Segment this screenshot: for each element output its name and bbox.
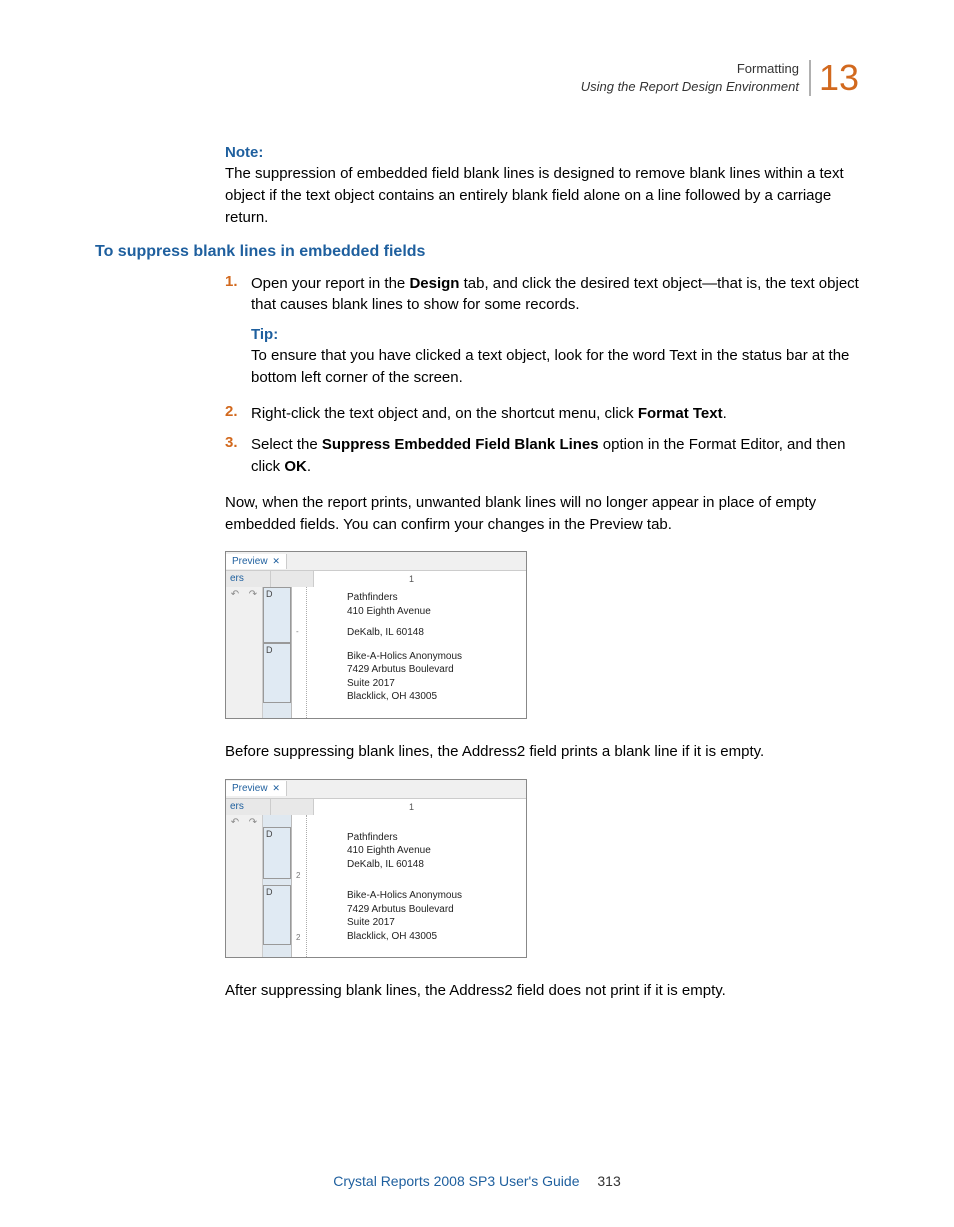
section-col: D D: [263, 587, 292, 718]
ruler-mark-1: 1: [409, 574, 414, 584]
record-2: Bike-A-Holics Anonymous 7429 Arbutus Bou…: [347, 650, 526, 704]
step-1-number: 1.: [225, 273, 251, 317]
rec1b-line1: Pathfinders: [347, 831, 526, 845]
footer-title: Crystal Reports 2008 SP3 User's Guide: [333, 1173, 579, 1189]
ers-label-2: ers: [226, 799, 271, 815]
vertical-ruler-2: 2 2: [292, 815, 307, 958]
footer-page: 313: [597, 1173, 620, 1189]
horizontal-ruler: 1: [314, 571, 526, 587]
caption-before: Before suppressing blank lines, the Addr…: [225, 741, 859, 763]
close-icon[interactable]: ✕: [272, 556, 280, 566]
caption-after: After suppressing blank lines, the Addre…: [225, 980, 859, 1002]
step-3-bold2: OK: [284, 458, 307, 475]
ruler-mark-1b: 1: [409, 802, 414, 812]
step-2-number: 2.: [225, 403, 251, 425]
step-2-bold: Format Text: [638, 405, 723, 422]
step-1-text: Open your report in the Design tab, and …: [251, 273, 859, 317]
screenshot-after: Preview ✕ ers 1 ↶ ↷: [225, 779, 527, 959]
nav-icons: [271, 571, 314, 587]
rec2b-line1: Bike-A-Holics Anonymous: [347, 889, 526, 903]
forward-icon[interactable]: ↷: [249, 589, 257, 600]
rec1-line3: DeKalb, IL 60148: [347, 626, 526, 640]
screenshot1-content: ↶ ↷ D D - Pathfinders 410 Eighth Avenue: [226, 587, 526, 718]
step-1-pre: Open your report in the: [251, 275, 409, 292]
forward-icon-2[interactable]: ↷: [249, 817, 257, 828]
page-header: Formatting Using the Report Design Envir…: [95, 60, 859, 96]
nav-icons-2: [271, 799, 314, 815]
chapter-number: 13: [819, 57, 859, 98]
note-label: Note:: [225, 144, 859, 161]
step-1: 1. Open your report in the Design tab, a…: [225, 273, 859, 317]
rec1-line1: Pathfinders: [347, 591, 526, 605]
header-text: Formatting Using the Report Design Envir…: [581, 60, 799, 96]
section-d-1b[interactable]: D: [263, 827, 291, 879]
vertical-ruler: -: [292, 587, 307, 718]
record-2b: Bike-A-Holics Anonymous 7429 Arbutus Bou…: [347, 889, 526, 943]
section-d-2b[interactable]: D: [263, 885, 291, 945]
rec1b-line2: 410 Eighth Avenue: [347, 844, 526, 858]
step-2-after: .: [723, 405, 727, 422]
screenshot1-ruler-row: ers 1: [226, 571, 526, 587]
header-line2: Using the Report Design Environment: [581, 78, 799, 96]
section-heading: To suppress blank lines in embedded fiel…: [95, 243, 859, 261]
rec2b-line3: Suite 2017: [347, 916, 526, 930]
result-paragraph: Now, when the report prints, unwanted bl…: [225, 492, 859, 536]
record-1b: Pathfinders 410 Eighth Avenue DeKalb, IL…: [347, 831, 526, 872]
back-icon[interactable]: ↶: [231, 589, 239, 600]
rec1b-line3: DeKalb, IL 60148: [347, 858, 526, 872]
page-footer: Crystal Reports 2008 SP3 User's Guide 31…: [0, 1173, 954, 1189]
section-d-1[interactable]: D: [263, 587, 291, 643]
step-3-text: Select the Suppress Embedded Field Blank…: [251, 434, 859, 478]
step-3-pre: Select the: [251, 436, 322, 453]
ers-label: ers: [226, 571, 271, 587]
screenshot-before: Preview ✕ ers 1 ↶ ↷ D: [225, 551, 527, 719]
step-2-pre: Right-click the text object and, on the …: [251, 405, 638, 422]
step-1-bold: Design: [409, 275, 459, 292]
rec2-line4: Blacklick, OH 43005: [347, 690, 526, 704]
step-2: 2. Right-click the text object and, on t…: [225, 403, 859, 425]
data-col: Pathfinders 410 Eighth Avenue DeKalb, IL…: [307, 587, 526, 718]
nav-col-2: ↶ ↷: [226, 815, 263, 958]
rec2b-line4: Blacklick, OH 43005: [347, 930, 526, 944]
preview-tab-2[interactable]: Preview ✕: [226, 781, 287, 796]
screenshot1-tabs: Preview ✕: [226, 552, 526, 571]
step-3-number: 3.: [225, 434, 251, 478]
step-2-text: Right-click the text object and, on the …: [251, 403, 727, 425]
note-body: The suppression of embedded field blank …: [225, 163, 859, 228]
horizontal-ruler-2: 1: [314, 799, 526, 815]
section-d-2[interactable]: D: [263, 643, 291, 703]
rec2b-line2: 7429 Arbutus Boulevard: [347, 903, 526, 917]
preview-tab-label-2: Preview: [232, 783, 268, 794]
step-3: 3. Select the Suppress Embedded Field Bl…: [225, 434, 859, 478]
screenshot2-ruler-row: ers 1: [226, 799, 526, 815]
rec2-line3: Suite 2017: [347, 677, 526, 691]
step-3-bold1: Suppress Embedded Field Blank Lines: [322, 436, 599, 453]
data-col-2: Pathfinders 410 Eighth Avenue DeKalb, IL…: [307, 815, 526, 958]
screenshot2-tabs: Preview ✕: [226, 780, 526, 799]
preview-tab[interactable]: Preview ✕: [226, 554, 287, 569]
preview-tab-label: Preview: [232, 556, 268, 567]
rec2-line1: Bike-A-Holics Anonymous: [347, 650, 526, 664]
nav-col: ↶ ↷: [226, 587, 263, 718]
tip-label: Tip:: [251, 326, 859, 343]
section-col-2: D D: [263, 815, 292, 958]
step-3-after: .: [307, 458, 311, 475]
tip-block: Tip: To ensure that you have clicked a t…: [251, 326, 859, 389]
rec1-line2: 410 Eighth Avenue: [347, 605, 526, 619]
close-icon-2[interactable]: ✕: [272, 783, 280, 793]
back-icon-2[interactable]: ↶: [231, 817, 239, 828]
chapter-box: 13: [809, 60, 859, 96]
rec2-line2: 7429 Arbutus Boulevard: [347, 663, 526, 677]
screenshot2-content: ↶ ↷ D D 2 2 Pathfinders: [226, 815, 526, 958]
header-line1: Formatting: [581, 60, 799, 78]
record-1: Pathfinders 410 Eighth Avenue DeKalb, IL…: [347, 591, 526, 640]
tip-body: To ensure that you have clicked a text o…: [251, 345, 859, 389]
